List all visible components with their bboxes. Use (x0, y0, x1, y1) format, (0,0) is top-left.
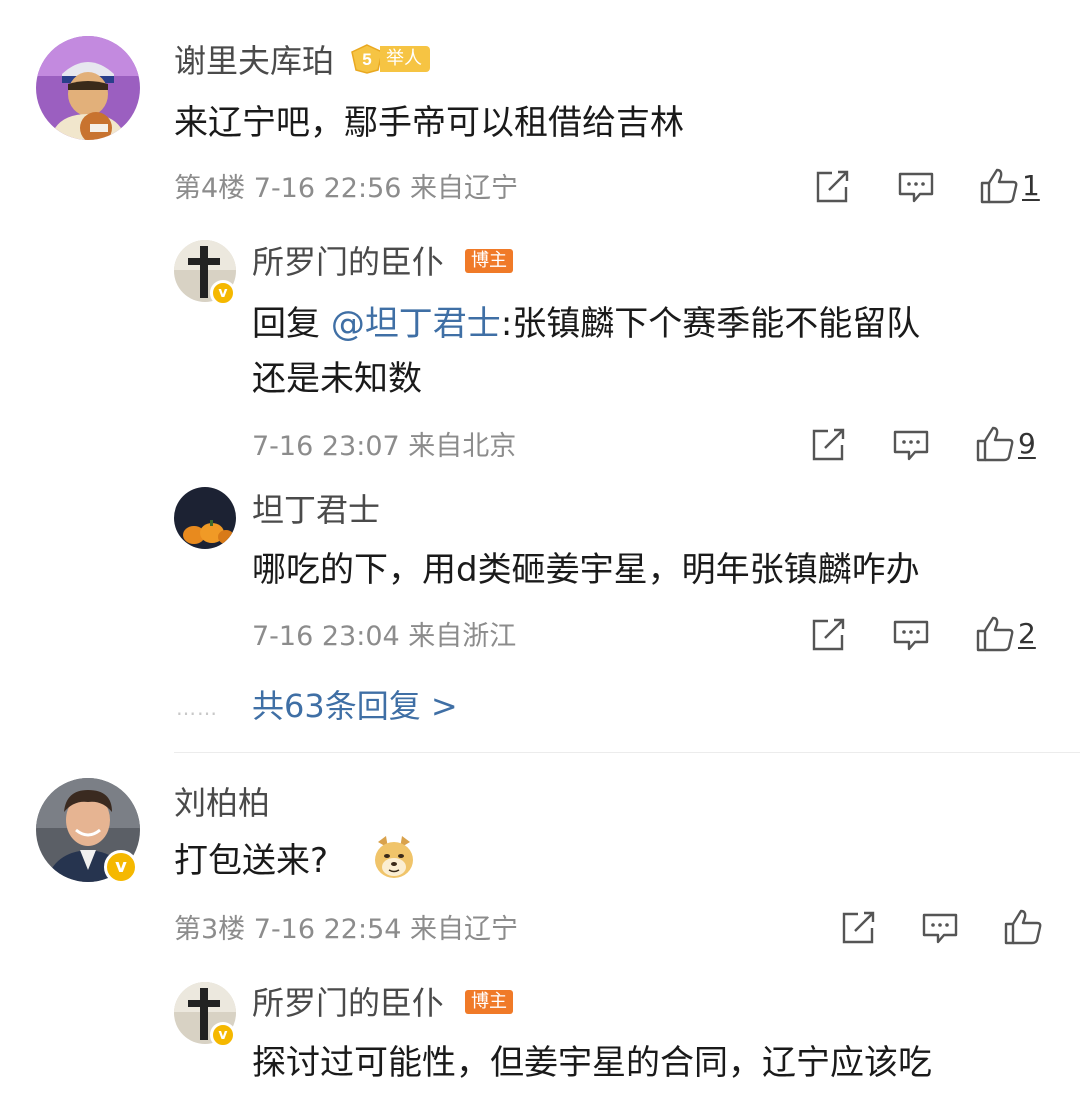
comment-divider (174, 752, 1080, 753)
comment-icon (898, 172, 934, 203)
comment-icon (893, 430, 929, 461)
like-button[interactable]: 9 (976, 426, 1036, 462)
share-button[interactable] (810, 618, 846, 652)
comment-button[interactable] (893, 620, 929, 652)
reply-meta: 7-16 23:04 来自浙江 (252, 621, 517, 652)
comment-icon (893, 620, 929, 651)
comment-username[interactable]: 刘柏柏 (174, 787, 270, 819)
share-button[interactable] (810, 428, 846, 462)
reply-meta: 7-16 23:07 来自北京 (252, 431, 517, 462)
comment-button[interactable] (922, 913, 958, 945)
reply-body: :张镇麟下个赛季能不能留队 (500, 304, 921, 344)
reply-text-line1: 回复 @坦丁君士:张镇麟下个赛季能不能留队 (252, 297, 920, 351)
blogger-badge: 博主 (465, 990, 513, 1014)
reply-prefix: 回复 (252, 304, 331, 344)
thumbs-up-icon (976, 426, 1014, 462)
reply-username[interactable]: 所罗门的臣仆 (252, 987, 444, 1019)
reply-text-line2: 还是未知数 (252, 359, 422, 399)
like-button[interactable]: 1 (980, 168, 1040, 204)
level-tag: 举人 (380, 46, 430, 72)
thumbs-up-icon (980, 168, 1018, 204)
share-button[interactable] (814, 170, 850, 204)
comment-body: 打包送来? (174, 841, 329, 881)
share-icon (816, 170, 849, 203)
like-button[interactable]: 2 (976, 616, 1036, 652)
comment-icon (922, 913, 958, 944)
thumbs-up-icon (1004, 909, 1042, 945)
mention-link[interactable]: @坦丁君士 (331, 304, 501, 344)
comment-button[interactable] (898, 172, 934, 204)
more-replies-link[interactable]: 共63条回复 > (252, 690, 458, 722)
reply-username[interactable]: 坦丁君士 (252, 494, 380, 526)
comment-username[interactable]: 谢里夫库珀 (174, 45, 334, 77)
like-count: 9 (1018, 427, 1036, 460)
avatar-tan-ding-jun-shi[interactable] (174, 487, 236, 549)
like-button[interactable] (1004, 909, 1042, 945)
share-icon (812, 428, 845, 461)
share-icon (842, 911, 875, 944)
like-count: 2 (1018, 617, 1036, 650)
blogger-badge: 博主 (465, 249, 513, 273)
level-number: 5 (362, 50, 371, 69)
comment-text: 打包送来? (174, 834, 328, 888)
thumbs-up-icon (976, 616, 1014, 652)
level-badge: 5 举人 (350, 44, 430, 74)
like-count: 1 (1022, 169, 1040, 202)
ellipsis-dots: …… (176, 696, 218, 720)
reply-username[interactable]: 所罗门的臣仆 (252, 246, 444, 278)
comment-meta: 第4楼 7-16 22:56 来自辽宁 (174, 173, 519, 204)
comment-text: 来辽宁吧，鄢手帝可以租借给吉林 (174, 103, 684, 143)
share-button[interactable] (840, 911, 876, 945)
share-icon (812, 618, 845, 651)
verified-v-icon: v (210, 1022, 236, 1048)
reply-text: 探讨过可能性，但姜宇星的合同，辽宁应该吃 (252, 1043, 932, 1083)
doge-emoji (372, 834, 416, 882)
comment-button[interactable] (893, 430, 929, 462)
reply-text: 哪吃的下，用d类砸姜宇星，明年张镇麟咋办 (252, 550, 920, 590)
comment-meta: 第3楼 7-16 22:54 来自辽宁 (174, 914, 519, 945)
verified-v-icon: v (210, 280, 236, 306)
avatar-xie-li-fu-ku-po[interactable] (36, 36, 140, 140)
level-shield-icon: 5 (351, 44, 383, 74)
verified-v-icon: v (104, 850, 138, 884)
